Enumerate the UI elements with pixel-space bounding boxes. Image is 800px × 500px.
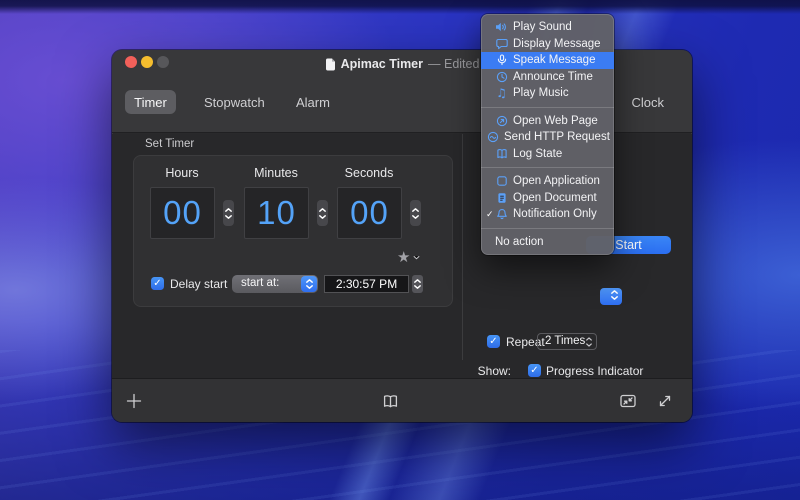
seconds-stepper[interactable] [410, 200, 421, 226]
star-icon: ★ [397, 248, 410, 266]
menu-item-send-http-request[interactable]: Send HTTP Request [481, 129, 614, 146]
pane-divider [462, 134, 463, 360]
hours-label: Hours [149, 166, 215, 180]
message-bubble-icon [495, 37, 508, 50]
menu-item-play-music[interactable]: ♫ Play Music [481, 85, 614, 102]
chevron-down-icon [413, 255, 420, 260]
menu-item-label: No action [495, 236, 544, 248]
web-arrow-icon [495, 114, 508, 127]
menu-item-label: Play Music [513, 87, 569, 99]
menu-item-label: Open Application [513, 175, 600, 187]
menu-item-label: Play Sound [513, 21, 572, 33]
menu-item-no-action[interactable]: No action [481, 234, 614, 251]
hours-value-field[interactable]: 00 [150, 187, 215, 239]
repeat-checkbox[interactable]: ✓ [487, 335, 500, 348]
tab-alarm[interactable]: Alarm [284, 90, 342, 114]
set-timer-label: Set Timer [145, 138, 194, 150]
minutes-stepper[interactable] [317, 200, 328, 226]
bell-icon [495, 208, 508, 221]
speak-wave-icon [495, 54, 508, 67]
menu-separator [481, 167, 614, 168]
popup-stepper-icon [301, 276, 317, 292]
add-button[interactable] [122, 389, 146, 413]
library-button[interactable] [378, 389, 402, 413]
menu-item-label: Log State [513, 148, 562, 160]
add-icon [126, 393, 142, 409]
menu-item-play-sound[interactable]: Play Sound [481, 19, 614, 36]
delay-start-checkbox[interactable]: ✓ [151, 277, 164, 290]
progress-indicator-label: Progress Indicator [546, 364, 643, 378]
menu-item-label: Open Web Page [513, 115, 598, 127]
menu-item-label: Speak Message [513, 54, 595, 66]
delay-time-stepper[interactable] [412, 275, 423, 293]
delay-start-row: ✓ Delay start start at: 2:30:57 PM [134, 274, 452, 294]
tab-timer[interactable]: Timer [125, 90, 176, 114]
clock-icon [495, 70, 508, 83]
menu-separator [481, 107, 614, 108]
delay-time-field[interactable]: 2:30:57 PM [324, 275, 409, 293]
delay-mode-value: start at: [241, 277, 279, 289]
fullscreen-button[interactable] [653, 389, 677, 413]
scale-down-button[interactable] [616, 389, 640, 413]
repeat-count-value: 2 Times [545, 335, 585, 347]
set-timer-groupbox: Hours Minutes Seconds 00 10 00 [133, 155, 453, 307]
action-popup-button[interactable] [600, 288, 622, 305]
popup-stepper-icon [611, 290, 618, 300]
delay-mode-popup[interactable]: start at: [232, 275, 318, 293]
menu-item-open-document[interactable]: Open Document [481, 190, 614, 207]
tab-stopwatch[interactable]: Stopwatch [192, 90, 277, 114]
tab-clock[interactable]: Clock [619, 90, 676, 114]
document-icon [495, 191, 508, 204]
menu-item-label: Send HTTP Request [504, 131, 610, 143]
popup-stepper-icon [586, 337, 592, 347]
show-label: Show: [477, 364, 511, 378]
library-book-icon [382, 394, 399, 409]
delay-start-label: Delay start [170, 277, 227, 291]
menu-item-label: Notification Only [513, 208, 597, 220]
hours-stepper[interactable] [223, 200, 234, 226]
window-title: Apimac Timer [341, 57, 423, 71]
menu-item-notification-only[interactable]: ✓ Notification Only [481, 206, 614, 223]
progress-indicator-checkbox[interactable]: ✓ [528, 364, 541, 377]
menu-item-label: Display Message [513, 38, 601, 50]
menu-item-speak-message[interactable]: Speak Message [481, 52, 614, 69]
speaker-icon [495, 21, 508, 34]
menu-item-open-web-page[interactable]: Open Web Page [481, 113, 614, 130]
bottom-toolbar [112, 378, 692, 422]
seconds-label: Seconds [336, 166, 402, 180]
menu-item-label: Open Document [513, 192, 597, 204]
timer-action-menu: Play Sound Display Message Speak Message… [481, 14, 614, 255]
document-proxy-icon [325, 58, 336, 71]
minutes-value-field[interactable]: 10 [244, 187, 309, 239]
seconds-value-field[interactable]: 00 [337, 187, 402, 239]
music-notes-icon: ♫ [495, 87, 508, 100]
menu-item-display-message[interactable]: Display Message [481, 36, 614, 53]
desktop-wallpaper: Apimac Timer — Edited Timer Stopwatch Al… [0, 0, 800, 500]
menu-separator [481, 228, 614, 229]
window-edited-badge: — Edited [428, 57, 479, 71]
menu-item-announce-time[interactable]: Announce Time [481, 69, 614, 86]
fullscreen-icon [657, 393, 673, 409]
minutes-label: Minutes [243, 166, 309, 180]
book-icon [495, 147, 508, 160]
check-icon: ✓ [486, 209, 495, 220]
menu-item-open-application[interactable]: Open Application [481, 173, 614, 190]
menu-item-label: Announce Time [513, 71, 593, 83]
scale-down-icon [619, 393, 637, 409]
repeat-count-popup[interactable]: 2 Times [537, 333, 597, 350]
menu-item-log-state[interactable]: Log State [481, 146, 614, 163]
app-square-icon [495, 175, 508, 188]
network-icon [486, 131, 499, 144]
favorites-button[interactable]: ★ [397, 248, 420, 266]
